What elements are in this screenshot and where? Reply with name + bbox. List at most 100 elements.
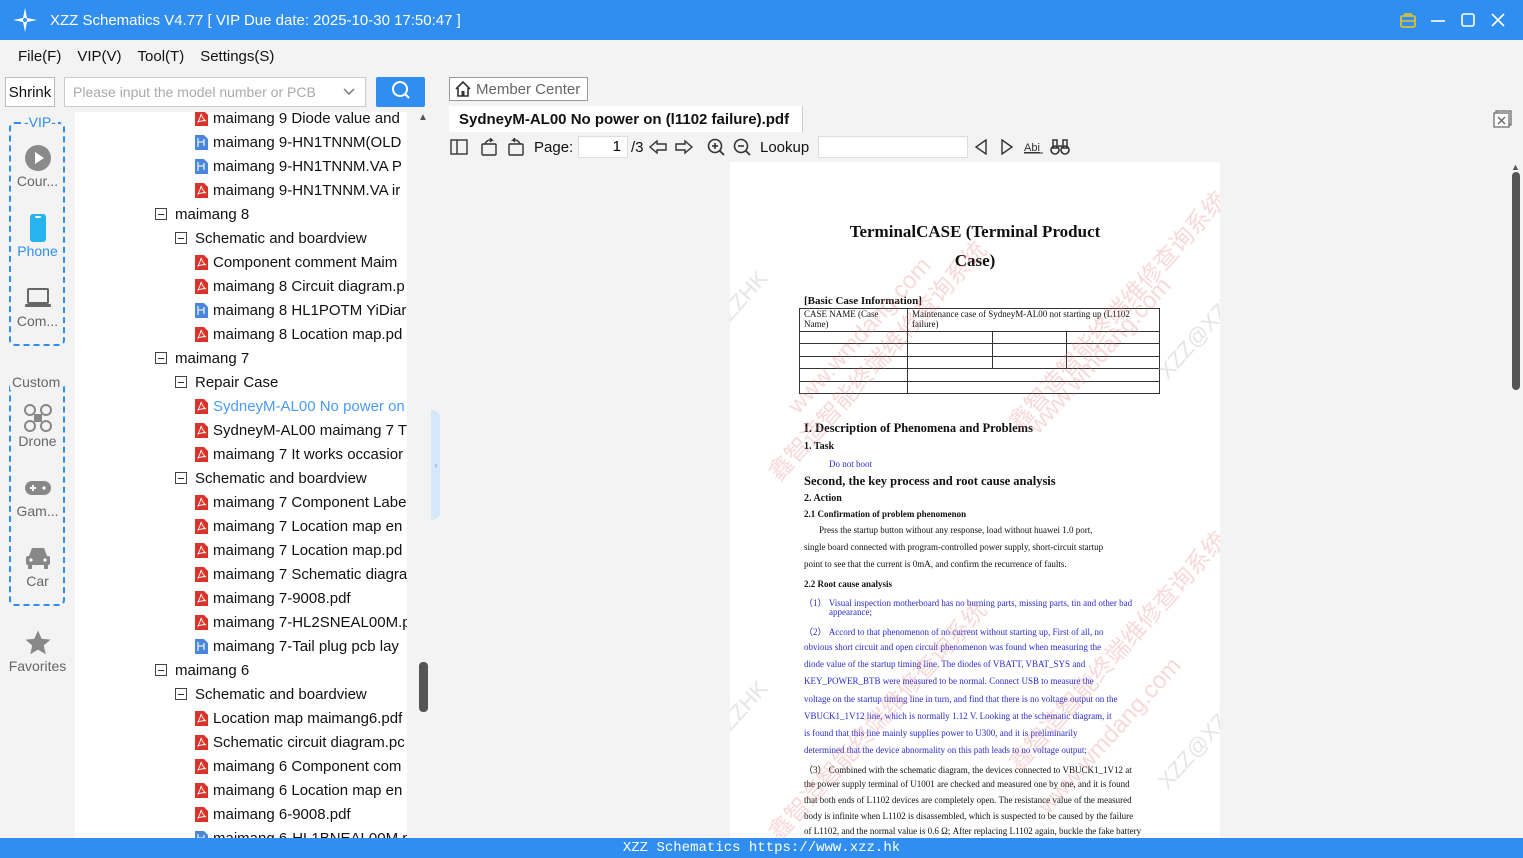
page-label: Page: [534,138,574,156]
page-number-input[interactable]: 1 [578,136,628,158]
category-drone[interactable]: Drone [0,403,75,449]
prev-page-icon[interactable] [648,136,668,158]
pdf-file-icon [195,782,208,798]
document-tab[interactable]: SydneyM-AL00 No power on (l1102 failure)… [449,106,803,132]
member-center-button[interactable]: Member Center [449,77,588,101]
tree-folder[interactable]: Schematic and boardview [175,682,367,706]
tree-scrollbar[interactable]: ▲ [407,112,431,838]
tree-folder[interactable]: Repair Case [175,370,278,394]
tree-file[interactable]: Schematic circuit diagram.pc [195,730,405,754]
tree-file[interactable]: maimang 6-HL1BNEAL00M.p [195,826,407,838]
collapse-toggle-icon[interactable] [155,664,167,676]
zoom-in-icon[interactable] [706,136,726,158]
collapse-toggle-icon[interactable] [155,352,167,364]
window-title: XZZ Schematics V4.77 [ VIP Due date: 202… [50,11,461,29]
tree-folder[interactable]: maimang 6 [155,658,249,682]
chevron-down-icon[interactable] [343,84,355,100]
menu-file[interactable]: File(F) [18,48,61,65]
tree-file[interactable]: SydneyM-AL00 maimang 7 T [195,418,407,442]
close-button[interactable] [1483,0,1513,40]
menu-vip[interactable]: VIP(V) [77,48,121,65]
tree-file[interactable]: maimang 7-Tail plug pcb lay [195,634,399,658]
tree-file[interactable]: maimang 7-9008.pdf [195,586,351,610]
tree-file[interactable]: maimang 7 It works occasior [195,442,403,466]
tree-scroll-thumb[interactable] [419,662,428,712]
category-phone[interactable]: Phone [0,213,75,259]
find-next-icon[interactable] [999,136,1015,158]
tree-item-label: Schematic and boardview [195,229,367,247]
collapse-toggle-icon[interactable] [155,208,167,220]
pdf-file-icon [195,614,208,630]
find-prev-icon[interactable] [973,136,989,158]
tree-file[interactable]: Component comment Maim [195,250,397,274]
minimize-button[interactable] [1423,0,1453,40]
paragraph-line: that both ends of L1102 devices are comp… [804,795,1132,805]
rotate-right-icon[interactable] [506,136,526,158]
viewer-scrollbar[interactable]: ▲ [1510,162,1523,838]
lookup-input[interactable] [818,136,968,158]
vip-bag-icon[interactable] [1393,0,1423,40]
rotate-left-icon[interactable] [479,136,499,158]
model-search-field[interactable] [64,77,366,107]
viewer-scroll-up-icon[interactable]: ▲ [1511,162,1520,172]
tree-file[interactable]: maimang 7-HL2SNEAL00M.p [195,610,407,634]
tree-file[interactable]: maimang 8 Circuit diagram.p [195,274,405,298]
pcb-file-icon [195,638,208,654]
watermark-text: XZZ@XZZHK [730,265,773,384]
panel-splitter[interactable]: ‹ [431,112,441,838]
tree-item-label: maimang 9-HN1TNNM.VA ir [213,181,401,199]
sidebar-toggle-icon[interactable] [449,136,469,158]
zoom-out-icon[interactable] [732,136,752,158]
tree-folder[interactable]: maimang 7 [155,346,249,370]
tree-item-label: maimang 9-HN1TNNM(OLD [213,133,402,151]
category-courses[interactable]: Cour... [0,143,75,189]
search-input[interactable] [73,84,333,100]
menu-settings[interactable]: Settings(S) [200,48,274,65]
status-bar: XZZ Schematics https://www.xzz.hk [0,838,1523,858]
tree-file[interactable]: maimang 6 Location map en [195,778,402,802]
task-text: Do not boot [829,459,873,469]
category-game[interactable]: Gam... [0,473,75,519]
tree-file[interactable]: maimang 7 Location map en [195,514,402,538]
collapse-toggle-icon[interactable] [175,376,187,388]
category-computer[interactable]: Com... [0,283,75,329]
viewer-scroll-thumb[interactable] [1512,172,1520,390]
search-icon [391,80,411,105]
collapse-toggle-icon[interactable] [175,688,187,700]
tree-folder[interactable]: Schematic and boardview [175,226,367,250]
paragraph-line: of L1102, and the normal value is 0.6 Ω;… [804,826,1142,836]
search-button[interactable] [376,77,425,107]
collapse-toggle-icon[interactable] [175,232,187,244]
tree-file[interactable]: maimang 7 Schematic diagra [195,562,407,586]
tree-folder[interactable]: maimang 8 [155,202,249,226]
close-tabs-icon[interactable] [1493,110,1513,128]
tree-file[interactable]: maimang 9 Diode value and [195,112,400,130]
maximize-button[interactable] [1453,0,1483,40]
pdf-file-icon [195,182,208,198]
tree-file[interactable]: maimang 7 Location map.pd [195,538,402,562]
tree-file[interactable]: maimang 6-9008.pdf [195,802,351,826]
tree-file[interactable]: maimang 7 Component Labe [195,490,406,514]
collapse-toggle-icon[interactable] [175,472,187,484]
menu-tool[interactable]: Tool(T) [138,48,185,65]
category-favorites[interactable]: Favorites [0,628,75,674]
basic-info-heading: [Basic Case Information] [804,295,922,307]
binoculars-icon[interactable] [1050,136,1070,158]
tree-file[interactable]: SydneyM-AL00 No power on [195,394,405,418]
scroll-up-icon[interactable]: ▲ [418,112,428,123]
tree-file[interactable]: maimang 6 Component com [195,754,401,778]
doc-title-line2: Case) [954,251,996,270]
tree-file[interactable]: maimang 9-HN1TNNM.VA ir [195,178,400,202]
tree-file[interactable]: maimang 8 HL1POTM YiDiar [195,298,406,322]
tree-file[interactable]: maimang 8 Location map.pd [195,322,402,346]
tree-item-label: maimang 8 Location map.pd [213,325,403,343]
next-page-icon[interactable] [674,136,694,158]
tree-folder[interactable]: Schematic and boardview [175,466,367,490]
tree-file[interactable]: Location map maimang6.pdf [195,706,402,730]
tree-file[interactable]: maimang 9-HN1TNNM.VA P [195,154,402,178]
tree-file[interactable]: maimang 9-HN1TNNM(OLD [195,130,401,154]
shrink-button[interactable]: Shrink [5,77,55,107]
match-case-icon[interactable]: Abi [1024,136,1044,158]
category-car[interactable]: Car [0,543,75,589]
phone-icon [28,213,48,243]
